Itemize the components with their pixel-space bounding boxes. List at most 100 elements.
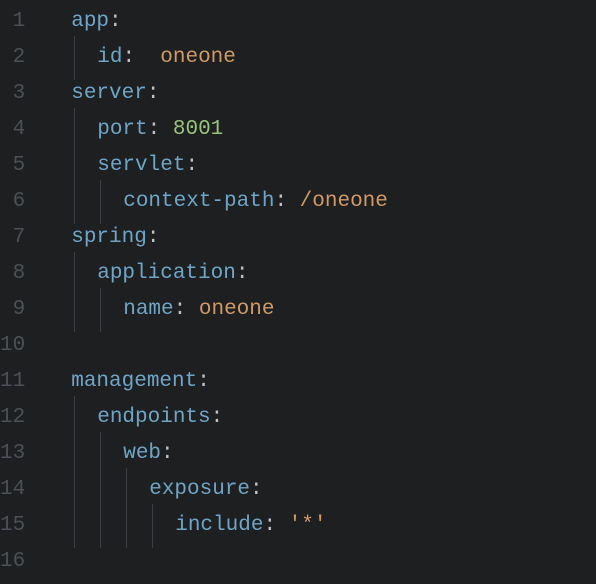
indent-guide (123, 472, 149, 508)
code-line[interactable]: management: (45, 364, 388, 400)
indent-guide (71, 112, 97, 148)
indent-guide (97, 436, 123, 472)
line-number: 16 (0, 544, 25, 580)
code-line[interactable] (45, 544, 388, 580)
indent-guide (97, 508, 123, 544)
indent-guide (45, 4, 71, 40)
token-key: context-path (123, 190, 274, 213)
indent-guide (71, 184, 97, 220)
token-colon: : (147, 82, 160, 105)
indent-guide (45, 220, 71, 256)
token-key: app (71, 10, 109, 33)
indent-guide (45, 112, 71, 148)
indent-guide (71, 256, 97, 292)
line-number: 11 (0, 364, 25, 400)
code-line[interactable] (45, 328, 388, 364)
token-sp (287, 184, 300, 220)
indent-guide (45, 76, 71, 112)
code-line[interactable]: application: (45, 256, 388, 292)
token-colon: : (122, 46, 135, 69)
token-colon: : (263, 514, 276, 537)
code-area[interactable]: app: id: oneone server: port: 8001 servl… (43, 0, 388, 584)
line-number: 3 (0, 76, 25, 112)
code-line[interactable]: name: oneone (45, 292, 388, 328)
token-sp (135, 40, 160, 76)
token-key: include (175, 514, 263, 537)
indent-guide (45, 472, 71, 508)
line-number: 10 (0, 328, 25, 364)
token-colon: : (250, 478, 263, 501)
line-number: 1 (0, 4, 25, 40)
code-line[interactable]: server: (45, 76, 388, 112)
token-colon: : (174, 298, 187, 321)
line-number: 6 (0, 184, 25, 220)
token-key: id (97, 46, 122, 69)
line-number: 13 (0, 436, 25, 472)
line-number: 12 (0, 400, 25, 436)
code-line[interactable]: id: oneone (45, 40, 388, 76)
indent-guide (45, 256, 71, 292)
indent-guide (71, 148, 97, 184)
line-number: 14 (0, 472, 25, 508)
token-key: name (123, 298, 173, 321)
token-colon: : (185, 154, 198, 177)
token-colon: : (236, 262, 249, 285)
line-number: 5 (0, 148, 25, 184)
indent-guide (71, 40, 97, 76)
token-key: endpoints (97, 406, 210, 429)
indent-guide (45, 436, 71, 472)
token-colon: : (148, 118, 161, 141)
indent-guide (71, 436, 97, 472)
line-number-gutter: 12345678910111213141516 (0, 0, 43, 584)
indent-guide (45, 40, 71, 76)
code-line[interactable]: port: 8001 (45, 112, 388, 148)
code-line[interactable]: include: '*' (45, 508, 388, 544)
token-colon: : (197, 370, 210, 393)
code-line[interactable]: web: (45, 436, 388, 472)
line-number: 9 (0, 292, 25, 328)
token-key: web (123, 442, 161, 465)
token-sp (160, 112, 173, 148)
code-line[interactable]: servlet: (45, 148, 388, 184)
token-colon: : (161, 442, 174, 465)
indent-guide (71, 400, 97, 436)
indent-guide (45, 328, 71, 364)
token-key: port (97, 118, 147, 141)
token-key: application (97, 262, 236, 285)
token-colon: : (109, 10, 122, 33)
indent-guide (45, 508, 71, 544)
token-str: '*' (289, 514, 327, 537)
token-sp (276, 508, 289, 544)
line-number: 7 (0, 220, 25, 256)
code-line[interactable]: exposure: (45, 472, 388, 508)
code-line[interactable]: context-path: /oneone (45, 184, 388, 220)
token-key: management (71, 370, 197, 393)
indent-guide (71, 292, 97, 328)
indent-guide (45, 292, 71, 328)
indent-guide (71, 472, 97, 508)
line-number: 2 (0, 40, 25, 76)
token-str: oneone (199, 298, 275, 321)
line-number: 8 (0, 256, 25, 292)
token-sp (186, 292, 199, 328)
token-num: 8001 (173, 118, 223, 141)
indent-guide (45, 148, 71, 184)
token-key: exposure (149, 478, 250, 501)
indent-guide (71, 508, 97, 544)
indent-guide (97, 292, 123, 328)
indent-guide (45, 544, 71, 580)
indent-guide (97, 472, 123, 508)
line-number: 15 (0, 508, 25, 544)
code-line[interactable]: app: (45, 4, 388, 40)
token-colon: : (211, 406, 224, 429)
token-key: server (71, 82, 147, 105)
token-str: /oneone (300, 190, 388, 213)
code-editor: 12345678910111213141516 app: id: oneone … (0, 0, 596, 584)
code-line[interactable]: spring: (45, 220, 388, 256)
indent-guide (45, 184, 71, 220)
token-colon: : (147, 226, 160, 249)
indent-guide (97, 184, 123, 220)
line-number: 4 (0, 112, 25, 148)
code-line[interactable]: endpoints: (45, 400, 388, 436)
token-str: oneone (160, 46, 236, 69)
